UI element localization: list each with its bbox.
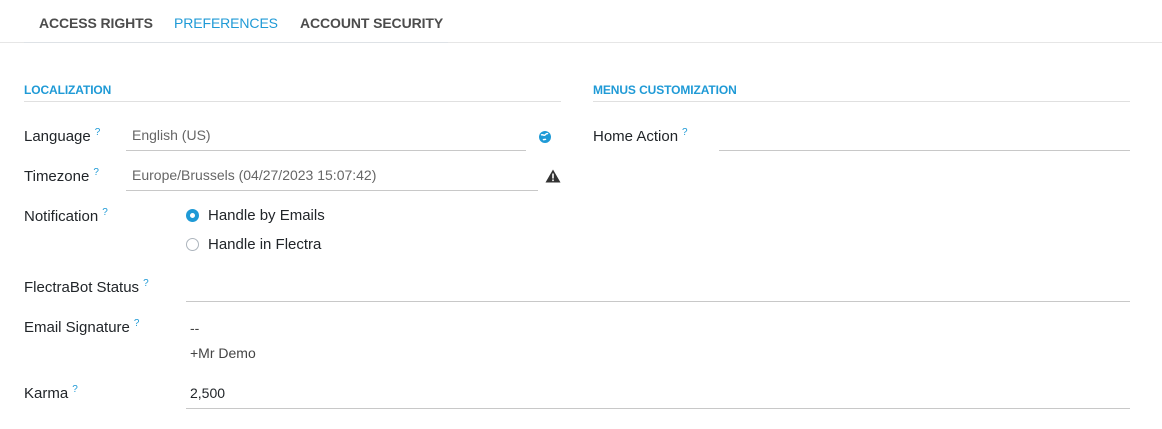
radio-handle-in-flectra[interactable]: Handle in Flectra xyxy=(186,236,321,253)
radio-selected-icon xyxy=(186,209,199,222)
email-signature-help-icon[interactable]: ? xyxy=(134,318,140,329)
radio-handle-by-emails[interactable]: Handle by Emails xyxy=(186,207,325,224)
timezone-label: Timezone? xyxy=(24,167,99,185)
tab-account-security[interactable]: ACCOUNT SECURITY xyxy=(300,15,443,31)
flectrabot-status-select[interactable] xyxy=(186,276,1130,302)
karma-input[interactable]: 2,500 xyxy=(186,383,1130,409)
karma-value: 2,500 xyxy=(190,385,226,401)
flectrabot-help-icon[interactable]: ? xyxy=(143,278,149,289)
warning-icon[interactable] xyxy=(545,169,561,188)
timezone-help-icon[interactable]: ? xyxy=(93,167,99,178)
tab-preferences[interactable]: PREFERENCES xyxy=(174,15,278,31)
localization-title: LOCALIZATION xyxy=(24,83,112,97)
radio-unselected-icon xyxy=(186,238,199,251)
notification-label: Notification? xyxy=(24,207,108,225)
signature-line-1[interactable]: -- xyxy=(190,320,199,336)
karma-help-icon[interactable]: ? xyxy=(72,384,78,395)
localization-rule xyxy=(24,101,561,102)
karma-label: Karma? xyxy=(24,384,78,402)
timezone-value: Europe/Brussels (04/27/2023 15:07:42) xyxy=(132,167,377,183)
home-action-help-icon[interactable]: ? xyxy=(682,127,688,138)
tab-bar: ACCESS RIGHTS PREFERENCES ACCOUNT SECURI… xyxy=(24,0,448,43)
email-signature-label: Email Signature? xyxy=(24,318,140,336)
tab-access-rights[interactable]: ACCESS RIGHTS xyxy=(39,15,153,31)
globe-icon[interactable] xyxy=(538,130,552,149)
radio-label: Handle by Emails xyxy=(208,207,325,224)
home-action-label: Home Action? xyxy=(593,127,688,145)
language-help-icon[interactable]: ? xyxy=(95,127,101,138)
signature-line-2[interactable]: +Mr Demo xyxy=(190,345,256,361)
home-action-input[interactable] xyxy=(719,125,1130,151)
menus-rule xyxy=(593,101,1130,102)
menus-customization-title: MENUS CUSTOMIZATION xyxy=(593,83,737,97)
flectrabot-status-label: FlectraBot Status? xyxy=(24,278,149,296)
radio-label: Handle in Flectra xyxy=(208,236,322,253)
language-label: Language? xyxy=(24,127,101,145)
language-select[interactable]: English (US) xyxy=(126,125,526,151)
timezone-select[interactable]: Europe/Brussels (04/27/2023 15:07:42) xyxy=(126,165,538,191)
language-value: English (US) xyxy=(132,127,211,143)
notification-help-icon[interactable]: ? xyxy=(102,207,108,218)
